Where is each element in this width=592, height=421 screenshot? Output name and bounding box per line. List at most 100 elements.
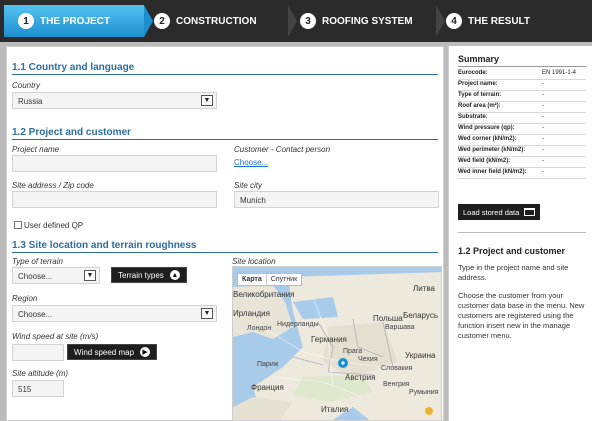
load-stored-data-label: Load stored data: [463, 207, 520, 217]
step-1-the-project[interactable]: 1 THE PROJECT: [4, 5, 144, 37]
map-label: Италия: [321, 405, 349, 414]
load-stored-data-button[interactable]: Load stored data: [458, 204, 541, 220]
user-defined-qp-checkbox[interactable]: [14, 221, 22, 229]
map-label: Франция: [251, 383, 284, 392]
site-location-label: Site location: [232, 257, 276, 266]
map-label: Нидерланды: [277, 321, 319, 328]
step-bar: 1 THE PROJECT 2 CONSTRUCTION 3 ROOFING S…: [0, 0, 592, 42]
wind-speed-map-button[interactable]: Wind speed map ▶: [67, 344, 158, 360]
folder-icon: [524, 208, 536, 216]
summary-row: Substrate: -: [458, 114, 586, 124]
wind-speed-input[interactable]: [12, 344, 64, 361]
map-type-tabs: Карта Спутник: [237, 273, 303, 286]
map-label: Германия: [311, 335, 347, 344]
summary-key: Wed perimeter (kN/m2):: [458, 147, 526, 153]
summary-key: Wind pressure (qp):: [458, 125, 515, 131]
map-label: Беларусь: [403, 311, 438, 320]
summary-key: Project name:: [458, 81, 498, 87]
user-defined-qp-label: User defined QP: [24, 221, 84, 230]
summary-value: EN 1991-1-4: [542, 70, 577, 76]
terrain-select-value: Choose...: [18, 272, 53, 281]
site-altitude-label: Site altitude (m): [12, 369, 69, 378]
help-paragraph: Choose the customer from your customer d…: [458, 291, 585, 340]
summary-value: -: [542, 125, 544, 131]
summary-value: -: [542, 81, 544, 87]
step-label: THE PROJECT: [40, 15, 111, 27]
step-label: THE RESULT: [468, 15, 531, 27]
customer-label: Customer - Contact person: [234, 145, 331, 154]
summary-value: -: [542, 136, 544, 142]
summary-key: Wed corner (kN/m2):: [458, 136, 517, 142]
map-label: Польша: [373, 314, 403, 323]
map-label: Ирландия: [233, 309, 270, 318]
map-tab-satellite[interactable]: Спутник: [267, 274, 301, 285]
site-altitude-input[interactable]: 515: [12, 380, 64, 397]
summary-key: Eurocode:: [458, 70, 488, 76]
site-city-label: Site city: [234, 181, 263, 190]
summary-row: Wind pressure (qp): -: [458, 125, 586, 135]
chevron-down-icon: ▼: [84, 270, 96, 281]
map-label: Румыния: [409, 389, 439, 396]
summary-row: Wed field (kN/m2): -: [458, 158, 586, 168]
step-number: 4: [446, 13, 462, 29]
project-name-input[interactable]: [12, 155, 217, 172]
summary-key: Roof area (m²):: [458, 103, 501, 109]
map-label: Париж: [257, 361, 279, 368]
summary-row: Type of terrain: -: [458, 92, 586, 102]
step-label: CONSTRUCTION: [176, 15, 257, 27]
section-title-project: 1.2 Project and customer: [12, 127, 131, 138]
summary-row: Roof area (m²): -: [458, 103, 586, 113]
region-select-value: Choose...: [18, 310, 53, 319]
chevron-up-icon: ▲: [169, 270, 180, 280]
country-label: Country: [12, 81, 41, 90]
project-form-panel: 1.1 Country and language Country Russia …: [6, 46, 444, 421]
country-select[interactable]: Russia ▼: [12, 92, 217, 109]
summary-divider: [458, 66, 586, 67]
step-number: 3: [300, 13, 316, 29]
step-3-roofing-system[interactable]: 3 ROOFING SYSTEM: [300, 5, 436, 37]
terrain-type-label: Type of terrain: [12, 257, 63, 266]
site-location-map[interactable]: Карта Спутник Великобритания Литва Ирлан…: [232, 266, 442, 420]
step-number: 1: [18, 13, 34, 29]
site-address-input[interactable]: [12, 191, 217, 208]
choose-customer-link[interactable]: Choose...: [234, 158, 268, 167]
site-city-input[interactable]: Munich: [234, 191, 439, 208]
map-tab-map[interactable]: Карта: [238, 274, 267, 285]
summary-key: Type of terrain:: [458, 92, 502, 98]
chevron-right-icon: ▶: [140, 347, 151, 357]
summary-value: -: [542, 103, 544, 109]
section-divider: [12, 74, 438, 75]
map-label: Украина: [405, 351, 436, 360]
summary-key: Wed inner field (kN/m2):: [458, 169, 527, 175]
map-label: Литва: [413, 284, 435, 293]
step-4-the-result[interactable]: 4 THE RESULT: [446, 5, 586, 37]
sidebar-divider: [458, 232, 586, 233]
terrain-types-button-label: Terrain types: [118, 270, 164, 280]
region-select[interactable]: Choose... ▼: [12, 305, 217, 322]
summary-value: -: [542, 92, 544, 98]
terrain-types-button[interactable]: Terrain types ▲: [111, 267, 187, 283]
chevron-down-icon: ▼: [201, 95, 213, 106]
map-label: Лондон: [247, 325, 272, 332]
region-label: Region: [12, 294, 38, 303]
map-label: Прага: [343, 348, 363, 355]
map-label: Венгрия: [383, 381, 410, 388]
map-label: Австрия: [345, 373, 376, 382]
summary-row: Eurocode: EN 1991-1-4: [458, 70, 586, 80]
wind-speed-label: Wind speed at site (m/s): [12, 332, 99, 341]
step-arrow: [144, 5, 153, 37]
section-divider: [12, 252, 438, 253]
section-divider: [12, 139, 438, 140]
summary-sidebar: Summary Eurocode: EN 1991-1-4 Project nam…: [448, 46, 592, 421]
summary-value: -: [542, 147, 544, 153]
summary-title: Summary: [458, 54, 500, 64]
map-label: Словакия: [381, 365, 413, 372]
summary-row: Wed inner field (kN/m2): -: [458, 169, 586, 179]
step-2-construction[interactable]: 2 CONSTRUCTION: [154, 5, 288, 37]
summary-row: Project name: -: [458, 81, 586, 91]
step-label: ROOFING SYSTEM: [322, 15, 413, 27]
terrain-type-select[interactable]: Choose... ▼: [12, 267, 100, 284]
map-label: Варшава: [385, 324, 415, 331]
summary-value: -: [542, 114, 544, 120]
summary-key: Wed field (kN/m2):: [458, 158, 511, 164]
